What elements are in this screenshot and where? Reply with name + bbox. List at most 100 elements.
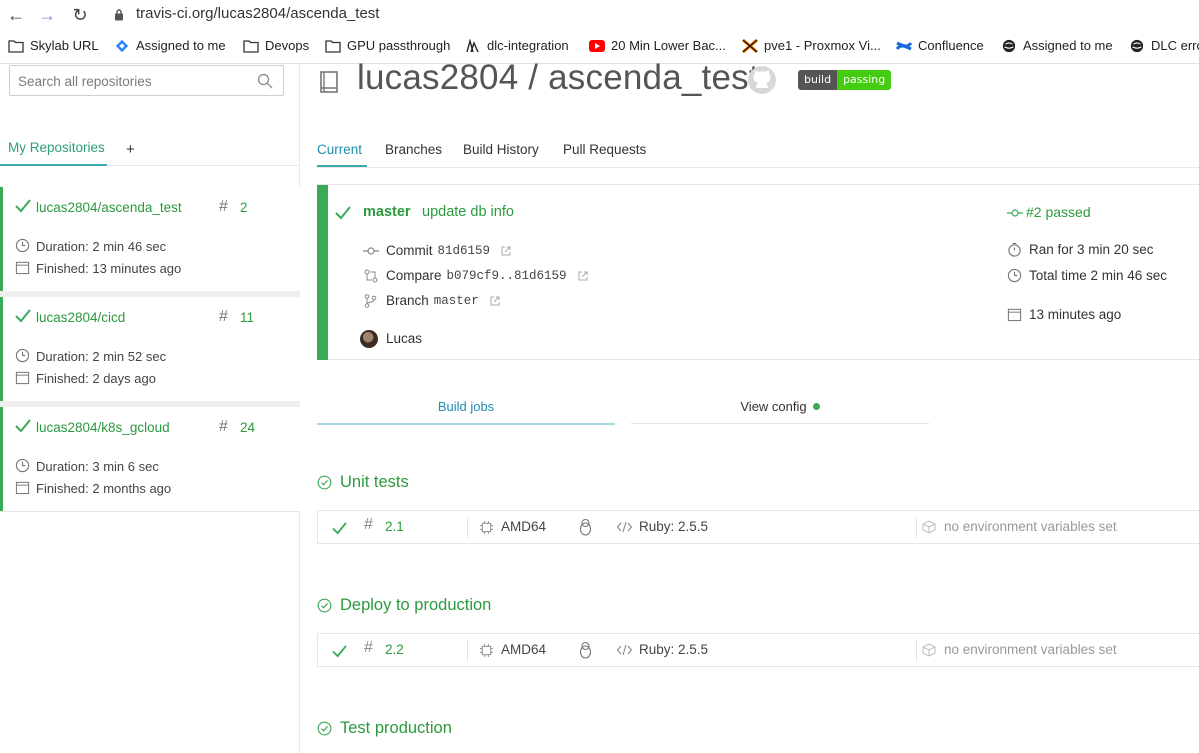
cpu-icon [480, 521, 493, 534]
check-icon [332, 522, 347, 535]
tab-divider [631, 423, 929, 424]
compare-link[interactable]: b079cf9..81d6159 [447, 269, 567, 283]
tab-active-indicator [317, 165, 367, 167]
search-icon[interactable] [257, 73, 273, 89]
job-number-link[interactable]: 2.1 [385, 519, 404, 534]
proxmox-icon [742, 38, 758, 53]
folder-icon [243, 39, 259, 53]
tab-branches[interactable]: Branches [385, 142, 442, 157]
bookmark-skylab[interactable]: Skylab URL [8, 38, 99, 53]
hash-icon: # [219, 198, 228, 215]
bookmark-dlc-error[interactable]: DLC erro [1129, 38, 1199, 53]
commit-icon [363, 246, 379, 255]
clock-icon [1007, 268, 1022, 283]
cpu-icon [480, 644, 493, 657]
commit-hash-link[interactable]: 81d6159 [438, 244, 491, 258]
reload-icon[interactable]: ↻ [69, 4, 91, 26]
bookmark-proxmox[interactable]: pve1 - Proxmox Vi... [742, 38, 881, 53]
status-bar [317, 185, 328, 360]
job-arch: AMD64 [501, 642, 547, 657]
finished-text: Finished: 13 minutes ago [36, 261, 182, 276]
repo-name-link[interactable]: lucas2804/cicd [36, 310, 125, 325]
address-bar[interactable]: travis-ci.org/lucas2804/ascenda_test [136, 5, 379, 22]
build-status-badge[interactable]: build passing [798, 70, 892, 90]
bookmark-label: GPU passthrough [347, 38, 451, 53]
linux-icon [579, 518, 592, 536]
build-number-link[interactable]: 24 [240, 420, 255, 435]
bookmark-label: 20 Min Lower Bac... [611, 38, 726, 53]
compare-label: Compare [386, 268, 442, 283]
tab-view-config[interactable]: View config [631, 399, 929, 414]
duration-text: Duration: 3 min 6 sec [36, 459, 159, 474]
bookmark-devops[interactable]: Devops [243, 38, 309, 53]
compare-icon [364, 269, 378, 282]
search-input[interactable] [18, 72, 248, 90]
branch-name: master [363, 204, 411, 220]
bookmark-gpu[interactable]: GPU passthrough [325, 38, 450, 53]
repo-card[interactable]: lucas2804/cicd # 11 Duration: 2 min 52 s… [0, 297, 300, 401]
jira-icon [115, 39, 129, 52]
stage-title: Test production [317, 719, 452, 738]
bookmark-dlc-integration[interactable]: dlc-integration [465, 38, 569, 53]
commit-row: Commit 81d6159 [363, 243, 511, 258]
repo-card[interactable]: lucas2804/ascenda_test # 2 Duration: 2 m… [0, 187, 300, 291]
tab-my-repositories[interactable]: My Repositories [8, 140, 105, 155]
tab-active-indicator [317, 423, 615, 425]
repo-card[interactable]: lucas2804/k8s_gcloud # 24 Duration: 3 mi… [0, 407, 300, 511]
repository-icon [320, 71, 338, 93]
total-time-row: Total time 2 min 46 sec [1007, 268, 1167, 283]
repo-name-link[interactable]: lucas2804/k8s_gcloud [36, 420, 170, 435]
duration-text: Duration: 2 min 46 sec [36, 239, 167, 254]
stage-title: Unit tests [317, 473, 409, 492]
calendar-icon [1007, 308, 1022, 322]
divider [916, 517, 917, 539]
calendar-icon [15, 261, 30, 275]
build-number-link[interactable]: 11 [240, 310, 254, 325]
total-time-text: Total time 2 min 46 sec [1029, 268, 1168, 283]
youtube-icon [589, 39, 605, 52]
back-arrow-icon[interactable]: ← [5, 4, 27, 26]
external-link-icon[interactable] [578, 271, 588, 281]
calendar-icon [15, 481, 30, 495]
forward-arrow-icon[interactable]: → [36, 4, 58, 26]
build-status-link[interactable]: #2 passed [1026, 204, 1091, 220]
tab-pull-requests[interactable]: Pull Requests [563, 142, 646, 157]
bookmark-label: DLC erro [1151, 38, 1199, 53]
check-icon [15, 419, 31, 433]
check-icon [15, 309, 31, 323]
job-row[interactable]: # 2.2 AMD64 Ruby: 2.5.5 no environment v… [317, 633, 1199, 667]
external-link-icon[interactable] [501, 246, 511, 256]
folder-icon [8, 39, 24, 53]
tab-current[interactable]: Current [317, 142, 362, 157]
page-title: lucas2804 / ascenda_test [357, 58, 759, 97]
add-repository-button[interactable]: + [126, 141, 135, 158]
tab-build-jobs[interactable]: Build jobs [317, 399, 615, 414]
build-number-link[interactable]: 2 [240, 200, 248, 215]
bookmark-assigned-jira[interactable]: Assigned to me [114, 38, 226, 53]
bookmark-confluence[interactable]: Confluence [896, 38, 984, 53]
tab-build-history[interactable]: Build History [463, 142, 539, 157]
check-circle-icon [317, 721, 332, 736]
job-row[interactable]: # 2.1 AMD64 Ruby: 2.5.5 no environment v… [317, 510, 1199, 544]
sidebar: My Repositories + lucas2804/ascenda_test… [0, 64, 300, 753]
repo-name-link[interactable]: lucas2804/ascenda_test [36, 200, 182, 215]
check-icon [332, 645, 347, 658]
bookmark-assigned-globe[interactable]: Assigned to me [1001, 38, 1113, 53]
github-icon[interactable] [746, 64, 778, 96]
check-circle-icon [317, 475, 332, 490]
box-icon [922, 643, 936, 657]
folder-icon [325, 39, 341, 53]
job-number-link[interactable]: 2.2 [385, 642, 404, 657]
branch-link[interactable]: master [434, 294, 479, 308]
check-icon [15, 199, 31, 213]
code-icon [617, 521, 632, 533]
calendar-icon [15, 371, 30, 385]
divider [467, 517, 468, 539]
bookmark-youtube[interactable]: 20 Min Lower Bac... [589, 38, 726, 53]
external-link-icon[interactable] [490, 296, 500, 306]
ran-for-row: Ran for 3 min 20 sec [1007, 242, 1154, 257]
stage-name: Unit tests [340, 473, 409, 491]
linux-icon [579, 641, 592, 659]
divider [467, 640, 468, 662]
confluence-icon [896, 41, 912, 50]
